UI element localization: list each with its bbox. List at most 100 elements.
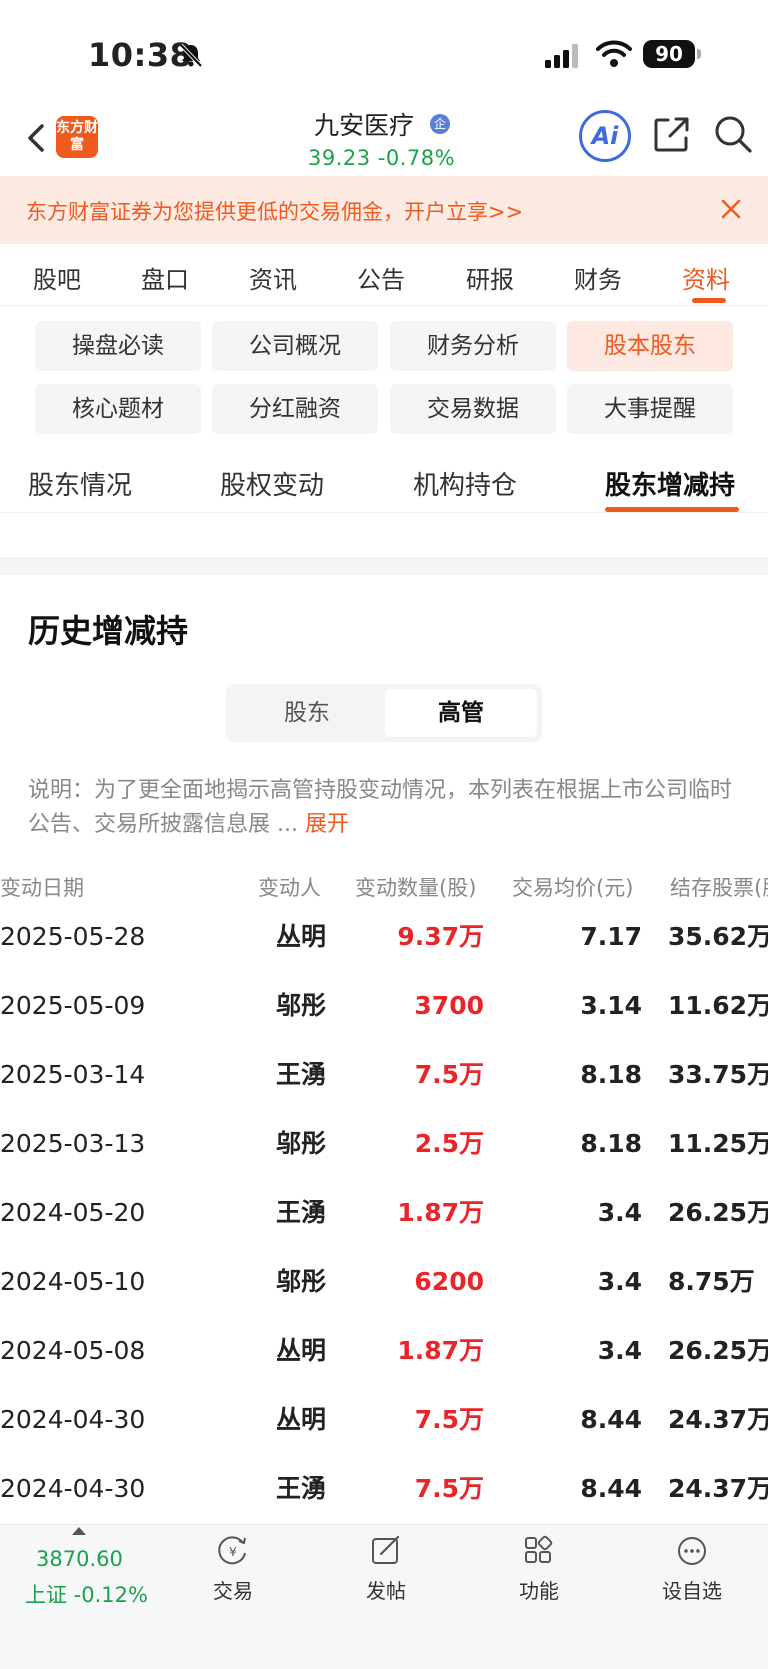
cell-remaining: 24.37万 [668, 1405, 768, 1434]
cell-date: 2025-03-13 [0, 1129, 146, 1158]
trade-label: 交易 [213, 1579, 253, 1603]
apps-icon [525, 1535, 553, 1563]
index-change[interactable]: 上证 -0.12% [25, 1579, 148, 1609]
table-row[interactable]: 2024-04-30 王湧 7.5万 8.44 24.37万 [0, 1454, 768, 1523]
tab-news[interactable]: 资讯 [249, 260, 297, 295]
cell-person: 邬彤 [275, 991, 326, 1020]
cell-avg-price: 7.17 [580, 922, 642, 951]
tab-research[interactable]: 研报 [466, 260, 514, 295]
table-row[interactable]: 2024-05-20 王湧 1.87万 3.4 26.25万 [0, 1178, 768, 1247]
cell-quantity: 7.5万 [414, 1060, 484, 1089]
status-bar: 10:38 90 [0, 0, 768, 110]
cell-avg-price: 8.44 [580, 1405, 642, 1434]
cell-quantity: 9.37万 [397, 922, 484, 951]
table-row[interactable]: 2025-03-14 王湧 7.5万 8.18 33.75万 [0, 1040, 768, 1109]
table-row[interactable]: 2025-05-09 邬彤 3700 3.14 11.62万 [0, 971, 768, 1040]
note-text: 说明：为了更全面地揭示高管持股变动情况，本列表在根据上市公司临时公告、交易所披露… [28, 778, 733, 837]
grid-btn-trading-guide[interactable]: 操盘必读 [35, 321, 201, 371]
search-icon[interactable] [713, 114, 753, 154]
cell-date: 2024-04-30 [0, 1405, 146, 1434]
grid-btn-events[interactable]: 大事提醒 [567, 384, 733, 434]
caret-up-icon[interactable] [72, 1527, 86, 1535]
more-icon [678, 1537, 706, 1565]
expand-link[interactable]: 展开 [305, 812, 349, 837]
col-header-remaining[interactable]: 结存股票(股) [670, 872, 768, 902]
stock-name: 九安医疗 [314, 111, 415, 140]
subtab-shareholder-info[interactable]: 股东情况 [28, 465, 132, 502]
sub-tabs: 股东情况 股权变动 机构持仓 股东增减持 [0, 455, 768, 513]
col-header-quantity[interactable]: 变动数量(股) [355, 872, 476, 902]
promo-text[interactable]: 东方财富证券为您提供更低的交易佣金，开户立享>> [26, 196, 523, 226]
subtab-equity-changes[interactable]: 股权变动 [220, 465, 324, 502]
subtab-institutional-holdings[interactable]: 机构持仓 [413, 465, 517, 502]
cell-remaining: 26.25万 [668, 1336, 768, 1365]
tab-guba[interactable]: 股吧 [33, 260, 81, 295]
ai-assistant-button[interactable]: Ai [579, 110, 631, 162]
table-row[interactable]: 2024-05-10 邬彤 6200 3.4 8.75万 [0, 1247, 768, 1316]
cell-person: 王湧 [275, 1060, 326, 1089]
cell-person: 丛明 [275, 922, 326, 951]
grid-btn-core-themes[interactable]: 核心题材 [35, 384, 201, 434]
col-header-date[interactable]: 变动日期 [0, 872, 84, 902]
trade-button[interactable]: ¥ 交易 [188, 1535, 278, 1604]
close-icon[interactable] [720, 198, 742, 220]
cell-remaining: 24.37万 [668, 1474, 768, 1503]
table-row[interactable]: 2025-05-28 丛明 9.37万 7.17 35.62万 [0, 902, 768, 971]
cell-remaining: 33.75万 [668, 1060, 768, 1089]
tab-finance[interactable]: 财务 [574, 260, 622, 295]
add-watchlist-button[interactable]: 设自选 [647, 1535, 737, 1604]
promo-banner[interactable]: 东方财富证券为您提供更低的交易佣金，开户立享>> [0, 176, 768, 244]
cell-avg-price: 3.4 [597, 1267, 642, 1296]
index-value[interactable]: 3870.60 [36, 1547, 123, 1571]
compose-icon [372, 1535, 400, 1564]
cell-quantity: 3700 [414, 991, 484, 1020]
cell-person: 邬彤 [275, 1129, 326, 1158]
col-header-avg-price[interactable]: 交易均价(元) [512, 872, 633, 902]
subtab-holding-changes[interactable]: 股东增减持 [605, 465, 735, 502]
col-header-person[interactable]: 变动人 [258, 872, 321, 902]
stock-price: 39.23 -0.78% [308, 146, 456, 170]
grid-btn-dividends-financing[interactable]: 分红融资 [212, 384, 378, 434]
grid-btn-shareholders[interactable]: 股本股东 [567, 321, 733, 371]
cell-date: 2025-05-28 [0, 922, 146, 951]
cell-person: 王湧 [275, 1198, 326, 1227]
cell-date: 2025-03-14 [0, 1060, 146, 1089]
cell-remaining: 11.25万 [668, 1129, 768, 1158]
cell-quantity: 2.5万 [414, 1129, 484, 1158]
tab-profile[interactable]: 资料 [682, 260, 730, 295]
table-row[interactable]: 2025-03-13 邬彤 2.5万 8.18 11.25万 [0, 1109, 768, 1178]
stock-header: 东方财富 九安医疗 企 39.23 -0.78% Ai [0, 100, 768, 176]
section-title: 历史增减持 [28, 612, 189, 650]
battery-tip [697, 49, 701, 59]
back-chevron-icon[interactable] [22, 118, 52, 158]
segment-executives[interactable]: 高管 [385, 689, 537, 737]
cell-quantity: 7.5万 [414, 1474, 484, 1503]
tab-pankou[interactable]: 盘口 [141, 260, 189, 295]
app-logo[interactable]: 东方财富 [56, 116, 98, 158]
cell-person: 丛明 [275, 1336, 326, 1365]
cell-remaining: 35.62万 [668, 922, 768, 951]
compose-button[interactable]: 发帖 [341, 1535, 431, 1604]
table-row[interactable]: 2024-04-30 丛明 7.5万 8.44 24.37万 [0, 1385, 768, 1454]
tab-announcements[interactable]: 公告 [357, 260, 405, 295]
apps-button[interactable]: 功能 [494, 1535, 584, 1604]
cell-quantity: 7.5万 [414, 1405, 484, 1434]
cell-person: 王湧 [275, 1474, 326, 1503]
cellular-signal-icon [545, 44, 578, 68]
share-icon[interactable] [652, 114, 692, 154]
bottom-toolbar: 3870.60 上证 -0.12% ¥ 交易 发帖 功能 设自选 [0, 1524, 768, 1669]
grid-btn-company-overview[interactable]: 公司概况 [212, 321, 378, 371]
table-row[interactable]: 2024-05-08 丛明 1.87万 3.4 26.25万 [0, 1316, 768, 1385]
cell-avg-price: 8.44 [580, 1474, 642, 1503]
grid-btn-trading-data[interactable]: 交易数据 [390, 384, 556, 434]
battery-indicator: 90 [643, 40, 695, 68]
description-note: 说明：为了更全面地揭示高管持股变动情况，本列表在根据上市公司临时公告、交易所披露… [28, 774, 744, 842]
cell-quantity: 1.87万 [397, 1336, 484, 1365]
active-subtab-indicator [605, 507, 739, 512]
grid-btn-financial-analysis[interactable]: 财务分析 [390, 321, 556, 371]
segment-shareholders[interactable]: 股东 [231, 689, 383, 737]
cell-avg-price: 8.18 [580, 1129, 642, 1158]
cell-date: 2024-05-20 [0, 1198, 146, 1227]
cell-avg-price: 3.14 [580, 991, 642, 1020]
bell-muted-icon [179, 43, 203, 68]
